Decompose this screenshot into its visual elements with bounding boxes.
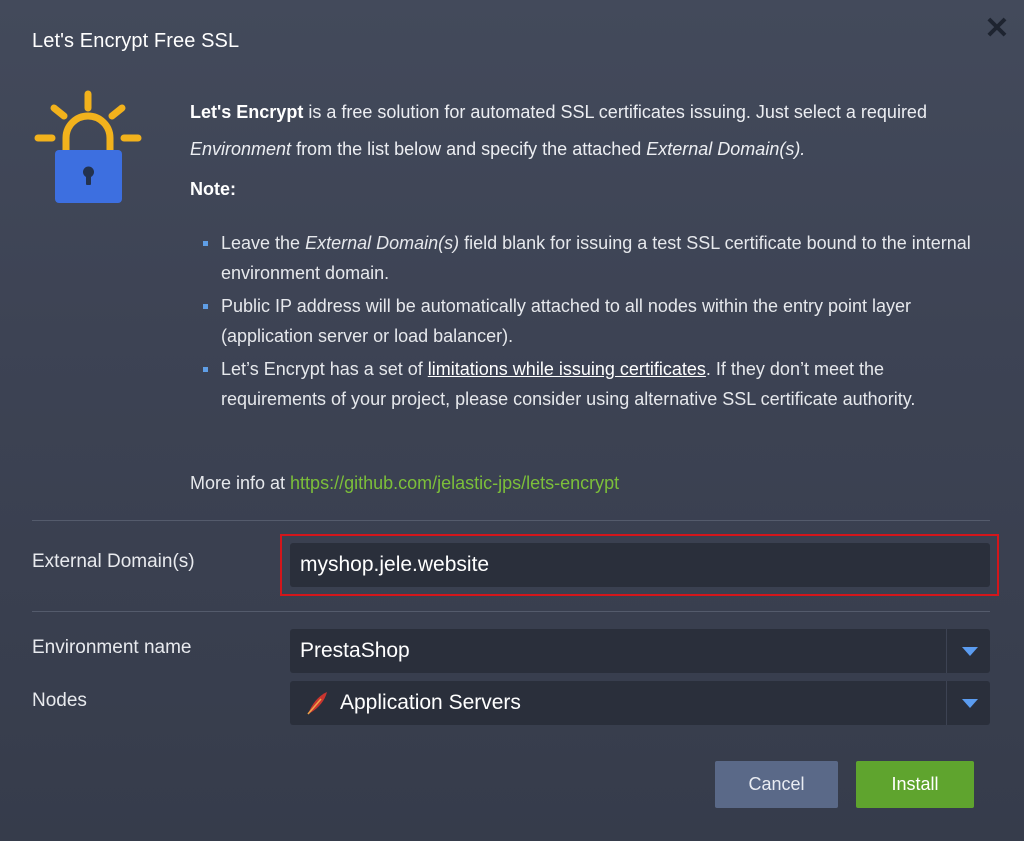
environment-term: Environment: [190, 139, 292, 159]
environment-name-label: Environment name: [32, 637, 192, 658]
cancel-button[interactable]: Cancel: [715, 761, 838, 808]
nodes-select[interactable]: Application Servers: [290, 681, 990, 725]
list-item: Leave the External Domain(s) field blank…: [203, 228, 993, 288]
intro-text-1: is a free solution for automated SSL cer…: [303, 102, 927, 122]
feather-icon: [307, 692, 327, 715]
brand-name: Let's Encrypt: [190, 102, 304, 122]
github-link[interactable]: https://github.com/jelastic-jps/lets-enc…: [290, 473, 619, 493]
dialog-title: Let's Encrypt Free SSL: [32, 30, 240, 52]
close-icon[interactable]: ✕: [982, 14, 1012, 44]
environment-select[interactable]: PrestaShop: [290, 629, 990, 673]
intro-text: Let's Encrypt is a free solution for aut…: [190, 94, 990, 168]
install-button[interactable]: Install: [856, 761, 974, 808]
notes-list: Leave the External Domain(s) field blank…: [203, 228, 993, 417]
chevron-down-icon[interactable]: [946, 629, 990, 673]
environment-value: PrestaShop: [300, 639, 410, 662]
intro-text-2: from the list below and specify the atta…: [291, 139, 647, 159]
limitations-link[interactable]: limitations while issuing certificates: [428, 359, 706, 379]
more-info-prefix: More info at: [190, 473, 291, 493]
ssl-dialog: Let's Encrypt Free SSL ✕ Let's Encrypt i…: [0, 0, 1024, 841]
bullet-3-text-1: Let’s Encrypt has a set of: [221, 359, 428, 379]
bullet-1-text-1: Leave the: [221, 233, 306, 253]
bullet-2-text: Public IP address will be automatically …: [221, 296, 912, 346]
lets-encrypt-logo-icon: [34, 90, 142, 203]
domains-term: External Domain(s).: [646, 139, 806, 159]
external-domains-label: External Domain(s): [32, 551, 195, 572]
chevron-down-icon[interactable]: [946, 681, 990, 725]
note-label: Note:: [190, 179, 236, 199]
nodes-label: Nodes: [32, 690, 87, 711]
list-item: Let’s Encrypt has a set of limitations w…: [203, 354, 993, 414]
list-item: Public IP address will be automatically …: [203, 291, 993, 351]
bullet-1-term: External Domain(s): [305, 233, 460, 253]
external-domains-input[interactable]: myshop.jele.website: [290, 543, 990, 587]
more-info: More info at https://github.com/jelastic…: [190, 473, 619, 494]
divider: [32, 611, 990, 612]
nodes-value: Application Servers: [340, 691, 521, 714]
divider: [32, 520, 990, 521]
